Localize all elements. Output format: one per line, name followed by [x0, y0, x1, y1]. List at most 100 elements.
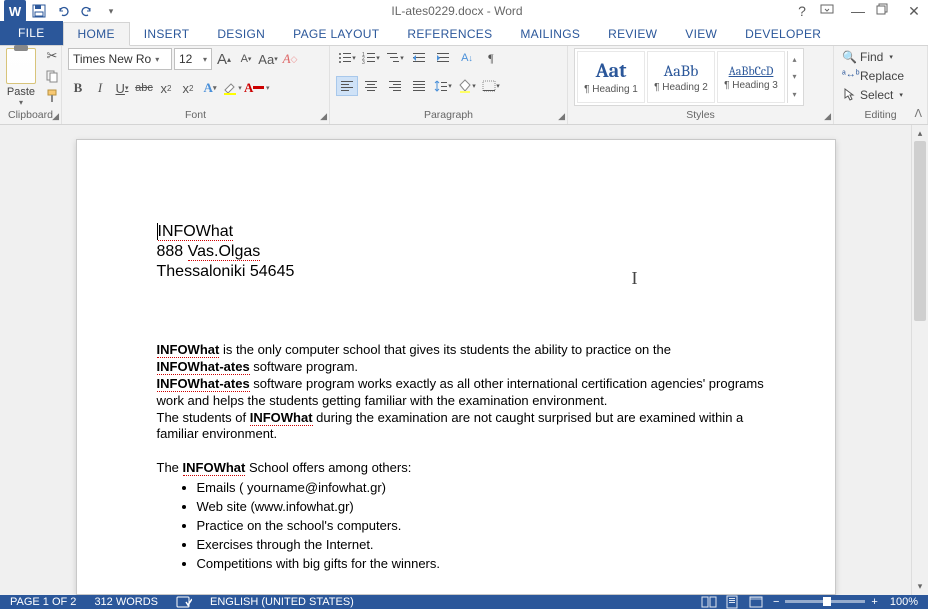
tab-references[interactable]: REFERENCES: [393, 23, 506, 45]
scroll-thumb[interactable]: [914, 141, 926, 321]
multilevel-list-icon[interactable]: ▾: [384, 48, 406, 68]
change-case-icon[interactable]: Aa▾: [258, 49, 278, 69]
underline-button[interactable]: U▾: [112, 78, 132, 98]
format-painter-icon[interactable]: [44, 88, 60, 104]
align-center-icon[interactable]: [360, 76, 382, 96]
paste-button[interactable]: Paste ▾: [6, 48, 36, 107]
tab-review[interactable]: REVIEW: [594, 23, 671, 45]
highlight-icon[interactable]: ▾: [222, 78, 242, 98]
save-icon[interactable]: [28, 0, 50, 22]
numbering-icon[interactable]: 123▾: [360, 48, 382, 68]
align-right-icon[interactable]: [384, 76, 406, 96]
justify-icon[interactable]: [408, 76, 430, 96]
tab-insert[interactable]: INSERT: [130, 23, 204, 45]
strikethrough-button[interactable]: abc: [134, 78, 154, 98]
styles-scroll-down-icon[interactable]: ▾: [788, 68, 801, 85]
sort-icon[interactable]: A↓: [456, 48, 478, 68]
zoom-slider[interactable]: [785, 600, 865, 603]
scroll-up-icon[interactable]: ▴: [912, 125, 928, 141]
tab-view[interactable]: VIEW: [671, 23, 731, 45]
close-icon[interactable]: ✕: [904, 3, 924, 20]
tab-file[interactable]: FILE: [0, 21, 63, 45]
ribbon-display-icon[interactable]: [820, 3, 840, 20]
font-size-combo[interactable]: 12▾: [174, 48, 212, 70]
font-dialog-launcher-icon[interactable]: ◢: [320, 111, 327, 122]
group-paragraph: ▾ 123▾ ▾ A↓ ¶ ▾ ▾ ▾ Para: [330, 46, 568, 124]
word-app-icon[interactable]: W: [4, 0, 26, 22]
qat-customize-icon[interactable]: ▾: [100, 0, 122, 22]
replace-icon: ᵃ↔ᵇ: [842, 69, 856, 83]
tab-design[interactable]: DESIGN: [203, 23, 279, 45]
status-proofing-icon[interactable]: [176, 595, 192, 609]
italic-button[interactable]: I: [90, 78, 110, 98]
view-web-icon[interactable]: [749, 596, 773, 608]
minimize-icon[interactable]: —: [848, 3, 868, 20]
tab-home[interactable]: HOME: [63, 22, 130, 46]
text-effects-icon[interactable]: A▾: [200, 78, 220, 98]
zoom-controls: − + 100%: [773, 596, 918, 608]
quick-access-toolbar: W ▾: [4, 0, 122, 22]
undo-icon[interactable]: [52, 0, 74, 22]
zoom-in-button[interactable]: +: [871, 596, 877, 608]
scroll-down-icon[interactable]: ▾: [912, 579, 928, 595]
find-button[interactable]: 🔍Find▾: [840, 48, 921, 66]
document-scroll[interactable]: I INFOWhat 888 Vas.Olgas Thessaloniki 54…: [0, 125, 911, 595]
restore-icon[interactable]: [876, 3, 896, 20]
grow-font-icon[interactable]: A▴: [214, 49, 234, 69]
redo-icon[interactable]: [76, 0, 98, 22]
font-color-icon[interactable]: A: [244, 78, 264, 98]
list-item: Web site (www.infowhat.gr): [197, 498, 767, 517]
view-read-icon[interactable]: [701, 596, 725, 608]
zoom-slider-knob[interactable]: [823, 597, 831, 606]
help-icon[interactable]: ?: [792, 3, 812, 20]
increase-indent-icon[interactable]: [432, 48, 454, 68]
select-button[interactable]: Select▾: [840, 86, 921, 104]
styles-gallery[interactable]: Aat¶ Heading 1 AaBb¶ Heading 2 AaBbCcD¶ …: [574, 48, 804, 106]
borders-icon[interactable]: ▾: [480, 76, 502, 96]
find-icon: 🔍: [842, 50, 856, 64]
align-left-icon[interactable]: [336, 76, 358, 96]
shrink-font-icon[interactable]: A▾: [236, 49, 256, 69]
font-name-combo[interactable]: Times New Ro▾: [68, 48, 172, 70]
document-page[interactable]: I INFOWhat 888 Vas.Olgas Thessaloniki 54…: [76, 139, 836, 595]
subscript-button[interactable]: x2: [156, 78, 176, 98]
bold-button[interactable]: B: [68, 78, 88, 98]
superscript-button[interactable]: x2: [178, 78, 198, 98]
styles-scroll[interactable]: ▴▾▾: [787, 51, 801, 103]
vertical-scrollbar[interactable]: ▴ ▾: [911, 125, 928, 595]
styles-dialog-launcher-icon[interactable]: ◢: [824, 111, 831, 122]
tab-developer[interactable]: DEVELOPER: [731, 23, 835, 45]
view-print-icon[interactable]: [725, 595, 749, 609]
status-page[interactable]: PAGE 1 OF 2: [10, 596, 76, 608]
document-area: I INFOWhat 888 Vas.Olgas Thessaloniki 54…: [0, 125, 928, 595]
ribbon-tabs: FILE HOME INSERT DESIGN PAGE LAYOUT REFE…: [0, 22, 928, 46]
document-bullet-list: Emails ( yourname@infowhat.gr) Web site …: [197, 479, 767, 573]
style-heading1[interactable]: Aat¶ Heading 1: [577, 51, 645, 103]
style-heading2[interactable]: AaBb¶ Heading 2: [647, 51, 715, 103]
bullets-icon[interactable]: ▾: [336, 48, 358, 68]
status-word-count[interactable]: 312 WORDS: [94, 596, 158, 608]
clipboard-dialog-launcher-icon[interactable]: ◢: [52, 111, 59, 122]
clear-formatting-icon[interactable]: A◇: [280, 49, 300, 69]
collapse-ribbon-icon[interactable]: ᐱ: [914, 107, 922, 120]
styles-expand-icon[interactable]: ▾: [788, 86, 801, 103]
copy-icon[interactable]: [44, 68, 60, 84]
paragraph-dialog-launcher-icon[interactable]: ◢: [558, 111, 565, 122]
show-marks-icon[interactable]: ¶: [480, 48, 502, 68]
line-spacing-icon[interactable]: ▾: [432, 76, 454, 96]
shading-icon[interactable]: ▾: [456, 76, 478, 96]
zoom-level[interactable]: 100%: [890, 596, 918, 608]
styles-scroll-up-icon[interactable]: ▴: [788, 51, 801, 68]
replace-button[interactable]: ᵃ↔ᵇReplace: [840, 67, 921, 85]
styles-group-label: Styles◢: [574, 107, 827, 124]
style-heading3[interactable]: AaBbCcD¶ Heading 3: [717, 51, 785, 103]
decrease-indent-icon[interactable]: [408, 48, 430, 68]
group-font: Times New Ro▾ 12▾ A▴ A▾ Aa▾ A◇ B I U▾ ab…: [62, 46, 330, 124]
group-clipboard: Paste ▾ ✂ Clipboard◢: [0, 46, 62, 124]
scroll-track[interactable]: [912, 141, 928, 579]
zoom-out-button[interactable]: −: [773, 596, 779, 608]
tab-page-layout[interactable]: PAGE LAYOUT: [279, 23, 393, 45]
cut-icon[interactable]: ✂: [44, 48, 60, 64]
status-language[interactable]: ENGLISH (UNITED STATES): [210, 596, 354, 608]
tab-mailings[interactable]: MAILINGS: [506, 23, 594, 45]
